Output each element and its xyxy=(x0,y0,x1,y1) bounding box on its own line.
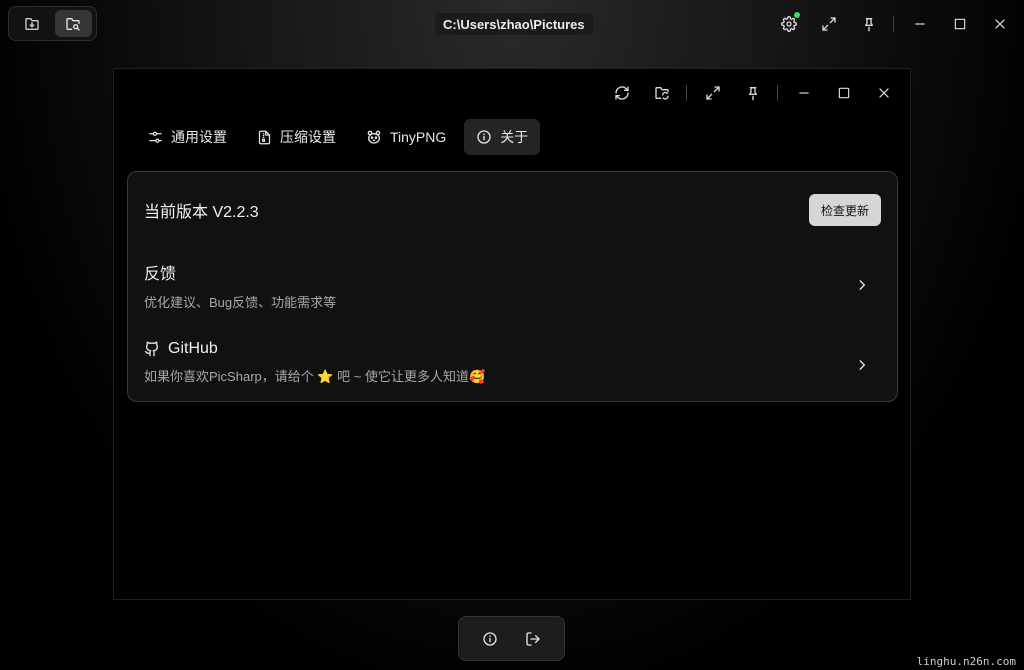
tab-compression[interactable]: 压缩设置 xyxy=(245,119,348,155)
tab-label: TinyPNG xyxy=(390,129,447,145)
minimize-button[interactable] xyxy=(906,10,934,38)
close-icon xyxy=(879,88,889,98)
expand-button[interactable] xyxy=(815,10,843,38)
sliders-icon xyxy=(149,131,162,143)
tab-about[interactable]: 关于 xyxy=(464,119,541,155)
refresh-button[interactable] xyxy=(608,79,636,107)
logout-icon xyxy=(526,631,540,646)
watermark: linghu.n26n.com xyxy=(916,655,1016,668)
feedback-title: 反馈 xyxy=(144,260,881,284)
refresh-icon xyxy=(615,86,629,100)
pin-button[interactable] xyxy=(739,79,767,107)
tab-label: 压缩设置 xyxy=(280,129,336,145)
settings-button[interactable] xyxy=(775,10,803,38)
tab-general[interactable]: 通用设置 xyxy=(136,119,239,155)
github-title-text: GitHub xyxy=(168,340,218,357)
expand-icon xyxy=(822,17,836,31)
panda-icon xyxy=(367,130,381,144)
feedback-title-text: 反馈 xyxy=(144,266,177,283)
folder-download-icon xyxy=(25,17,39,30)
mode-watch-button[interactable] xyxy=(54,10,92,37)
info-icon xyxy=(477,130,491,144)
minimize-icon xyxy=(799,92,809,94)
mode-switch xyxy=(8,6,97,41)
update-dot xyxy=(794,12,800,18)
bottom-dock xyxy=(458,616,565,661)
maximize-icon xyxy=(838,87,850,99)
check-update-button[interactable]: 检查更新 xyxy=(809,194,881,226)
logout-button[interactable] xyxy=(519,625,547,653)
window-path-title: C:\Users\zhao\Pictures xyxy=(435,13,593,35)
github-title: GitHub xyxy=(144,340,881,358)
version-label: 当前版本 V2.2.3 xyxy=(144,204,259,221)
file-zip-icon xyxy=(258,130,271,144)
mode-compress-button[interactable] xyxy=(13,10,51,37)
divider xyxy=(777,85,778,101)
chevron-right-icon xyxy=(859,280,866,290)
info-icon xyxy=(483,631,497,646)
maximize-button[interactable] xyxy=(830,79,858,107)
chevron-right-icon xyxy=(859,360,866,370)
pin-icon xyxy=(865,18,873,32)
folder-search-icon xyxy=(66,17,80,31)
feedback-description: 优化建议、Bug反馈、功能需求等 xyxy=(144,295,337,310)
feedback-row[interactable]: 反馈 优化建议、Bug反馈、功能需求等 xyxy=(144,260,881,320)
tab-label: 关于 xyxy=(500,129,529,145)
close-button[interactable] xyxy=(986,10,1014,38)
window-actions xyxy=(763,10,1014,38)
close-icon xyxy=(995,19,1005,29)
divider xyxy=(893,16,894,32)
expand-icon xyxy=(706,86,720,100)
settings-window: 通用设置 压缩设置 TinyPNG 关于 当前版本 V2.2.3 检查更新 反馈… xyxy=(113,68,911,600)
expand-button[interactable] xyxy=(699,79,727,107)
pin-icon xyxy=(749,87,757,101)
tab-label: 通用设置 xyxy=(171,129,227,145)
minimize-icon xyxy=(915,23,925,25)
minimize-button[interactable] xyxy=(790,79,818,107)
pin-button[interactable] xyxy=(855,10,883,38)
gear-icon xyxy=(781,16,797,32)
close-button[interactable] xyxy=(870,79,898,107)
info-button[interactable] xyxy=(476,625,504,653)
divider xyxy=(686,85,687,101)
maximize-button[interactable] xyxy=(946,10,974,38)
settings-tabs: 通用设置 压缩设置 TinyPNG 关于 xyxy=(136,119,541,155)
about-card: 当前版本 V2.2.3 检查更新 反馈 优化建议、Bug反馈、功能需求等 Git… xyxy=(127,171,898,402)
folder-refresh-icon xyxy=(655,87,669,100)
folder-refresh-button[interactable] xyxy=(648,79,676,107)
github-description: 如果你喜欢PicSharp，请给个 ⭐ 吧 ~ 使它让更多人知道🥰 xyxy=(144,369,486,384)
github-row[interactable]: GitHub 如果你喜欢PicSharp，请给个 ⭐ 吧 ~ 使它让更多人知道🥰 xyxy=(144,340,881,400)
settings-toolbar xyxy=(596,79,898,107)
github-icon xyxy=(144,341,159,357)
tab-tinypng[interactable]: TinyPNG xyxy=(354,119,458,155)
maximize-icon xyxy=(954,18,966,30)
